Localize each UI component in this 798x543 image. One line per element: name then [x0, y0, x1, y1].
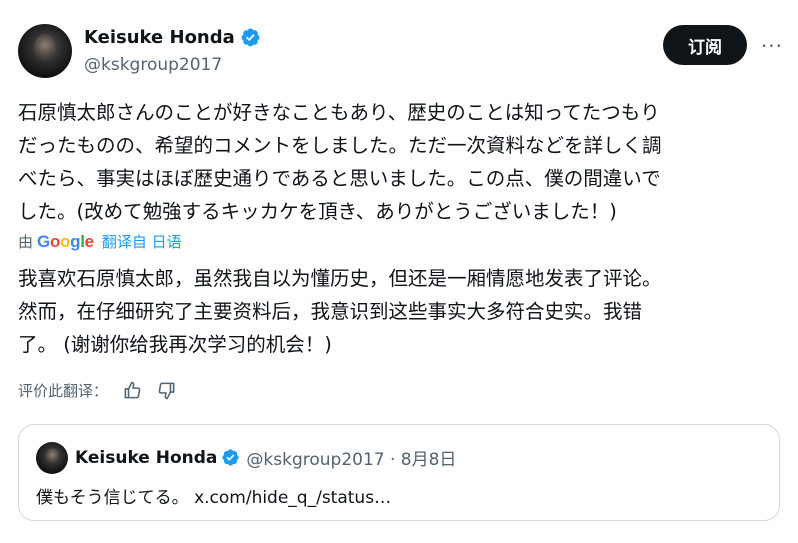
- thumbs-down-icon[interactable]: [156, 381, 176, 401]
- author-handle[interactable]: @kskgroup2017: [84, 55, 222, 75]
- tweet-text-line: した。(改めて勉強するキッカケを頂き、ありがとうございました！): [18, 200, 617, 223]
- author-display-name[interactable]: Keisuke Honda: [84, 27, 235, 48]
- translation-text: 我喜欢石原慎太郎，虽然我自以为懂历史，但还是一厢情愿地发表了评论。 然而，在仔细…: [18, 262, 784, 361]
- translated-by-label: 由: [18, 233, 34, 251]
- quoted-author-name[interactable]: Keisuke Honda: [75, 448, 217, 468]
- quoted-author-avatar[interactable]: [36, 442, 68, 474]
- translated-by-row: 由 Google 翻译自 日语: [18, 231, 182, 252]
- translated-from-link[interactable]: 翻译自 日语: [102, 231, 182, 252]
- rate-translation-row: 评价此翻译：: [18, 380, 176, 401]
- subscribe-button[interactable]: 订阅: [663, 25, 747, 65]
- translation-text-line: 然而，在仔细研究了主要资料后，我意识到这些事实大多符合史实。我错: [18, 300, 643, 323]
- tweet-text-line: だったものの、希望的コメントをしました。ただ一次資料などを詳しく調: [18, 134, 662, 157]
- thumbs-up-icon[interactable]: [122, 381, 142, 401]
- translation-text-line: 我喜欢石原慎太郎，虽然我自以为懂历史，但还是一厢情愿地发表了评论。: [18, 267, 662, 290]
- quoted-meta: @kskgroup2017 · 8月8日: [246, 450, 457, 470]
- quoted-tweet-card[interactable]: Keisuke Honda @kskgroup2017 · 8月8日 僕もそう信…: [18, 424, 780, 521]
- author-avatar[interactable]: [18, 24, 72, 78]
- translation-text-line: 了。 (谢谢你给我再次学习的机会！): [18, 333, 332, 356]
- tweet-text: 石原慎太郎さんのことが好きなこともあり、歴史のことは知ってたつもり だったものの…: [18, 96, 784, 228]
- quoted-tweet-text: 僕もそう信じてる。 x.com/hide_q_/status…: [36, 488, 392, 508]
- author-name-row: Keisuke Honda: [84, 27, 261, 48]
- google-logo: Google: [37, 231, 94, 251]
- more-options-icon[interactable]: ···: [758, 34, 786, 58]
- rate-translation-label: 评价此翻译：: [18, 382, 109, 400]
- quoted-tweet-header: Keisuke Honda @kskgroup2017 · 8月8日: [75, 445, 457, 471]
- tweet-text-line: べたら、事実はほぼ歴史通りであると思いました。この点、僕の間違いで: [18, 167, 661, 190]
- quoted-verified-badge-icon: [222, 449, 240, 466]
- tweet-text-line: 石原慎太郎さんのことが好きなこともあり、歴史のことは知ってたつもり: [18, 101, 660, 124]
- verified-badge-icon: [241, 28, 260, 47]
